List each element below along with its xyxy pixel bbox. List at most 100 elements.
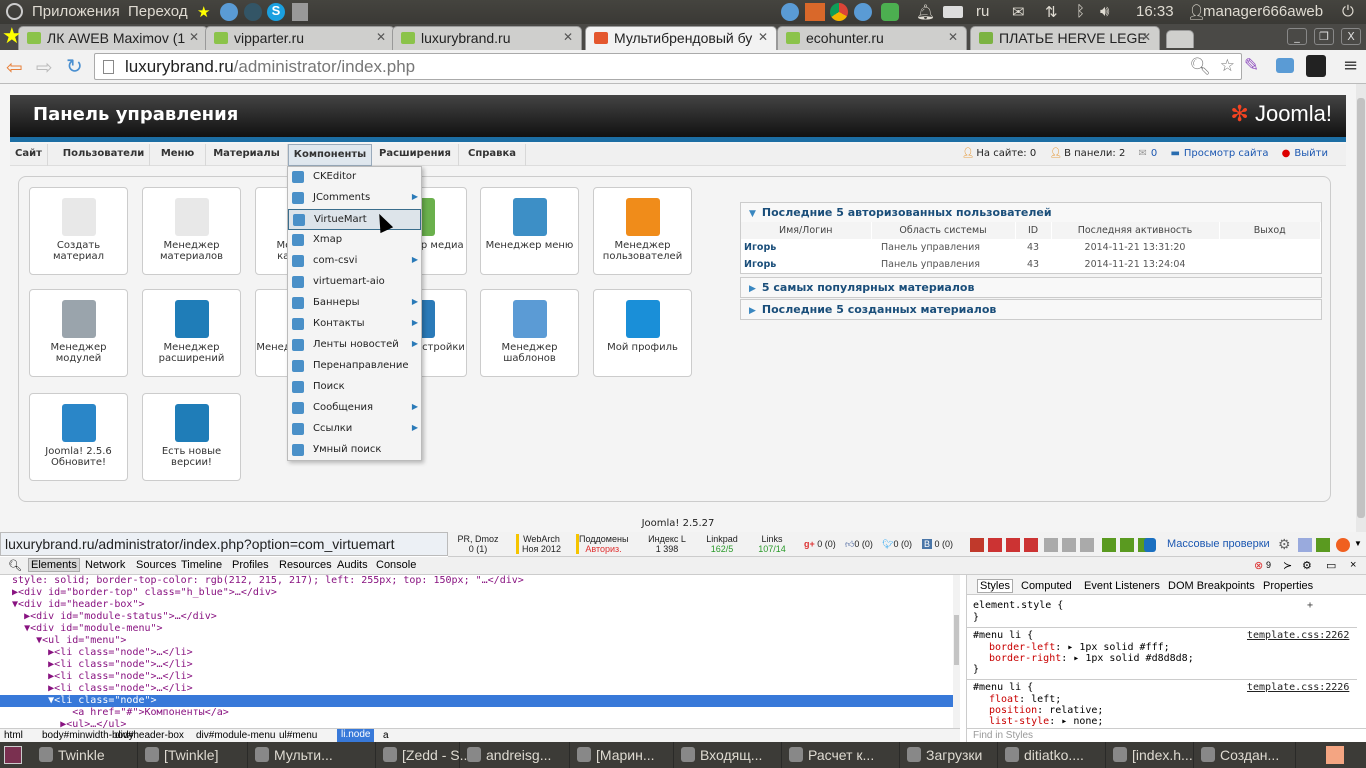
- taskbar-window-button[interactable]: [Zedd - S...: [378, 742, 471, 768]
- places-menu[interactable]: Переход: [128, 3, 188, 20]
- gplus-count[interactable]: g+ 0 (0): [804, 539, 836, 549]
- network-icon[interactable]: ⇅: [1045, 3, 1058, 21]
- globe-icon-2[interactable]: [854, 3, 872, 21]
- tab-elements[interactable]: Elements: [28, 558, 80, 572]
- tab-luxurybrand[interactable]: luxurybrand.ru ✕: [392, 26, 582, 50]
- close-tab-icon[interactable]: ✕: [758, 30, 768, 44]
- prop-value[interactable]: left;: [1031, 694, 1061, 705]
- seo-linkpad[interactable]: Linkpad 162/5: [702, 534, 742, 554]
- dock-icon[interactable]: ▭: [1326, 559, 1336, 572]
- tab-profiles[interactable]: Profiles: [232, 559, 269, 571]
- taskbar-window-button[interactable]: [index.h...: [1108, 742, 1194, 768]
- dom-node-line[interactable]: style: solid; border-top-color: rgb(212,…: [0, 575, 953, 587]
- menu-site[interactable]: Сайт: [10, 144, 48, 166]
- minimize-button[interactable]: _: [1287, 28, 1307, 45]
- star-launcher-icon[interactable]: ★: [197, 3, 210, 21]
- tab-console[interactable]: Console: [376, 559, 416, 571]
- prop-value[interactable]: 1px solid #d8d8d8;: [1085, 653, 1193, 664]
- keyboard-layout[interactable]: ru: [976, 3, 989, 20]
- puzzle-icon[interactable]: [1316, 538, 1330, 552]
- dom-node-line[interactable]: ▶<div id="module-status">…</div>: [0, 611, 953, 623]
- breadcrumb-item[interactable]: a: [383, 730, 389, 741]
- panel-header[interactable]: ▶ Последние 5 созданных материалов: [741, 300, 1321, 319]
- quickicon-tile[interactable]: Менеджер материалов: [142, 187, 241, 275]
- vk-count[interactable]: В 0 (0): [922, 539, 953, 549]
- find-in-styles-input[interactable]: Find in Styles: [967, 728, 1366, 742]
- menu-item-поиск[interactable]: Поиск: [288, 377, 421, 398]
- prop-name[interactable]: position: [989, 705, 1037, 716]
- popular-articles-panel[interactable]: ▶ 5 самых популярных материалов: [740, 277, 1322, 298]
- tab-lk-aweb[interactable]: ЛК AWEB Maximov (1 ✕: [18, 26, 208, 50]
- prop-name[interactable]: border-right: [989, 653, 1061, 664]
- rule-source-link[interactable]: template.css:2262: [1247, 630, 1349, 641]
- dom-node-line[interactable]: ▼<div id="module-menu">: [0, 623, 953, 635]
- menu-item-jcomments[interactable]: JComments ▶: [288, 188, 421, 209]
- elements-scrollbar[interactable]: [953, 575, 960, 728]
- user-link[interactable]: Игорь: [741, 239, 871, 256]
- seo-subdomains[interactable]: Поддомены Авториз.: [576, 534, 628, 554]
- seo-tools-icons[interactable]: [988, 538, 1040, 552]
- chrome-menu-icon[interactable]: ≡: [1343, 55, 1358, 76]
- seo-index[interactable]: Индекс L1 398: [644, 534, 690, 554]
- view-site-link[interactable]: Просмотр сайта: [1184, 148, 1269, 159]
- power-icon[interactable]: ⏻: [1342, 3, 1354, 20]
- chromium-icon[interactable]: [220, 3, 238, 21]
- taskbar-window-button[interactable]: Расчет к...: [784, 742, 900, 768]
- globe-icon[interactable]: [781, 3, 799, 21]
- prop-value[interactable]: none;: [1073, 716, 1103, 727]
- dom-node-line[interactable]: ▶<li class="node">…</li>: [0, 671, 953, 683]
- tab-properties[interactable]: Properties: [1263, 580, 1313, 592]
- tab-audits[interactable]: Audits: [337, 559, 368, 571]
- forward-icon[interactable]: ⇨: [36, 55, 53, 79]
- applications-menu[interactable]: Приложения: [32, 3, 120, 20]
- messages-icon[interactable]: ✉: [1139, 148, 1147, 159]
- menu-item-сообщения[interactable]: Сообщения ▶: [288, 398, 421, 419]
- close-tab-icon[interactable]: ✕: [189, 30, 199, 44]
- seo-webarch[interactable]: WebArch Ноя 2012: [516, 534, 564, 554]
- dropdown-arrow-icon[interactable]: ▼: [1354, 539, 1362, 548]
- taskbar-window-button[interactable]: Мульти...: [250, 742, 376, 768]
- breadcrumb-item[interactable]: html: [4, 730, 23, 741]
- dom-node-line[interactable]: ▼<li class="node">: [0, 695, 953, 707]
- dom-node-line[interactable]: ▶<div id="border-top" class="h_blue">…</…: [0, 587, 953, 599]
- logout-link[interactable]: Выйти: [1294, 148, 1328, 159]
- user-link[interactable]: Игорь: [741, 256, 871, 273]
- breadcrumb-item[interactable]: li.node: [337, 729, 375, 743]
- scrollbar-thumb[interactable]: [1357, 98, 1365, 518]
- taskbar-window-button[interactable]: Создан...: [1196, 742, 1296, 768]
- dom-node-line[interactable]: ▼<ul id="menu">: [0, 635, 953, 647]
- menu-item-ckeditor[interactable]: CKEditor: [288, 167, 421, 188]
- camera-extension-icon[interactable]: [1276, 58, 1294, 73]
- keyboard-icon[interactable]: [943, 6, 963, 18]
- quickicon-tile[interactable]: Joomla! 2.5.6 Обновите!: [29, 393, 128, 481]
- check-app-icon[interactable]: [881, 3, 899, 21]
- seo-links[interactable]: Links 107/14: [754, 534, 790, 554]
- database-icon[interactable]: [1144, 538, 1156, 552]
- quill-extension-icon[interactable]: ✎: [1244, 55, 1259, 76]
- bluetooth-icon[interactable]: ᛒ: [1076, 3, 1085, 20]
- menu-help[interactable]: Справка: [459, 144, 526, 166]
- ubuntu-logo-icon[interactable]: [6, 3, 23, 20]
- calculator-icon[interactable]: [292, 3, 308, 21]
- menu-item-ссылки[interactable]: Ссылки ▶: [288, 419, 421, 440]
- tab-sources[interactable]: Sources: [136, 559, 176, 571]
- menu-item-virtuemart-aio[interactable]: virtuemart-aio: [288, 272, 421, 293]
- panel-header[interactable]: ▶ 5 самых популярных материалов: [741, 278, 1321, 297]
- prop-name[interactable]: float: [989, 694, 1019, 705]
- notification-bell-icon[interactable]: 🔔︎: [916, 3, 935, 21]
- quickicon-tile[interactable]: Менеджер шаблонов: [480, 289, 579, 377]
- close-window-button[interactable]: X: [1341, 28, 1361, 45]
- prop-value[interactable]: relative;: [1049, 705, 1103, 716]
- quickicon-tile[interactable]: Менеджер модулей: [29, 289, 128, 377]
- trash-icon[interactable]: [1326, 746, 1344, 764]
- downloads-folder-icon[interactable]: [805, 3, 825, 21]
- taskbar-window-button[interactable]: Twinkle: [34, 742, 138, 768]
- back-icon[interactable]: ⇦: [6, 55, 23, 79]
- settings-gear-icon[interactable]: ⚙: [1278, 536, 1291, 553]
- tab-herve-leger[interactable]: ПЛАТЬЕ HERVE LEGE ✕: [970, 26, 1160, 50]
- close-seo-icon[interactable]: [1336, 538, 1350, 552]
- page-scrollbar[interactable]: [1356, 84, 1366, 532]
- shield-icon[interactable]: [1298, 538, 1312, 552]
- mail-icon[interactable]: ✉: [1012, 3, 1025, 21]
- latest-articles-panel[interactable]: ▶ Последние 5 созданных материалов: [740, 299, 1322, 320]
